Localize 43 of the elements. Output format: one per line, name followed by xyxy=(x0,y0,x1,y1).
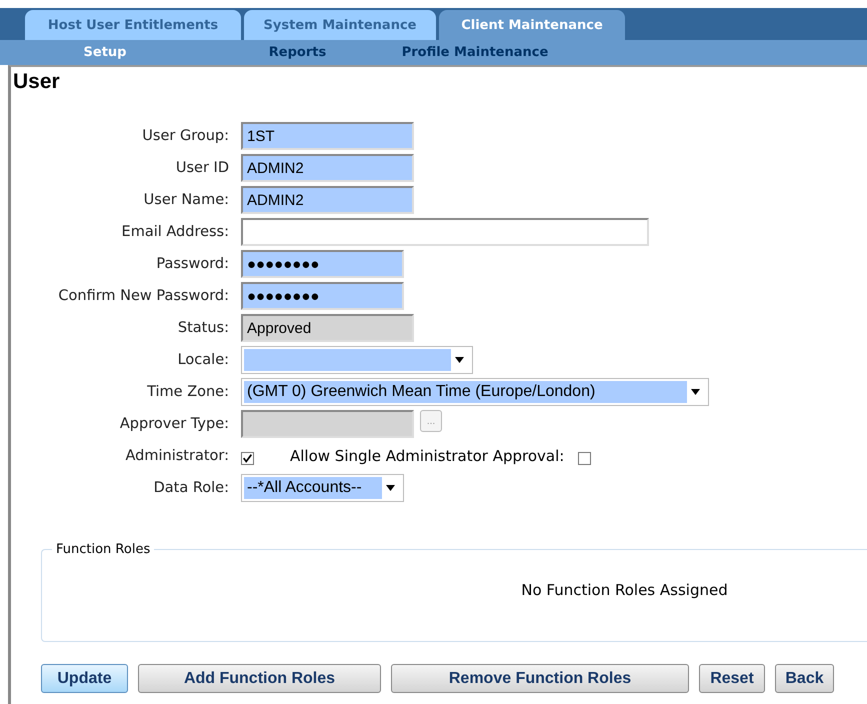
field-label: Approver Type: xyxy=(118,415,229,434)
dropdown-value: (GMT 0) Greenwich Mean Time (Europe/London) xyxy=(244,381,687,403)
password-field[interactable]: ●●●●●●●● xyxy=(241,250,404,278)
dropdown-caret-icon xyxy=(386,485,395,491)
tab[interactable]: Host User Entitlements xyxy=(25,10,241,40)
tab[interactable]: System Maintenance xyxy=(244,10,436,40)
field-label: Email Address: xyxy=(120,223,229,242)
dropdown[interactable]: --*All Accounts-- xyxy=(241,474,404,502)
checkbox-label: Allow Single Administrator Approval: xyxy=(290,446,564,467)
page-title: User xyxy=(12,69,61,94)
text-field[interactable]: 1ST xyxy=(241,122,414,150)
field-label: Status: xyxy=(176,319,229,338)
action-button[interactable]: Add Function Roles xyxy=(138,664,381,693)
action-button[interactable]: Update xyxy=(41,664,128,693)
action-button[interactable]: Back xyxy=(775,664,834,693)
text-field[interactable]: ADMIN2 xyxy=(241,154,414,182)
field-label: Password: xyxy=(155,255,229,274)
empty-message: No Function Roles Assigned xyxy=(520,581,729,599)
panel-legend: Function Roles xyxy=(52,542,154,557)
dropdown[interactable] xyxy=(241,346,473,374)
field-label: Confirm New Password: xyxy=(57,287,229,306)
text-field[interactable]: Approved xyxy=(241,314,414,342)
text-field[interactable] xyxy=(241,218,649,246)
subnav-link[interactable]: Profile Maintenance xyxy=(385,45,565,60)
dropdown-caret-icon xyxy=(691,389,700,395)
checkbox[interactable] xyxy=(578,452,592,465)
dropdown[interactable]: (GMT 0) Greenwich Mean Time (Europe/London) xyxy=(241,378,709,406)
field-label: Data Role: xyxy=(152,479,229,498)
action-button[interactable]: Remove Function Roles xyxy=(391,664,689,693)
field-label: Administrator: xyxy=(124,447,229,466)
field-label: Locale: xyxy=(176,351,229,370)
dropdown-value: --*All Accounts-- xyxy=(244,477,382,499)
field-label: User Group: xyxy=(141,127,229,146)
password-field[interactable]: ●●●●●●●● xyxy=(241,282,404,310)
field-label: User ID xyxy=(174,159,229,178)
checkbox[interactable] xyxy=(241,452,254,465)
field-label: User Name: xyxy=(142,191,229,210)
subnav-link[interactable]: Reports xyxy=(210,45,385,60)
field-label: Time Zone: xyxy=(146,383,229,402)
text-field[interactable]: ADMIN2 xyxy=(241,186,414,214)
text-field[interactable] xyxy=(241,410,414,438)
action-button[interactable]: Reset xyxy=(699,664,765,693)
dropdown-caret-icon xyxy=(455,357,464,363)
